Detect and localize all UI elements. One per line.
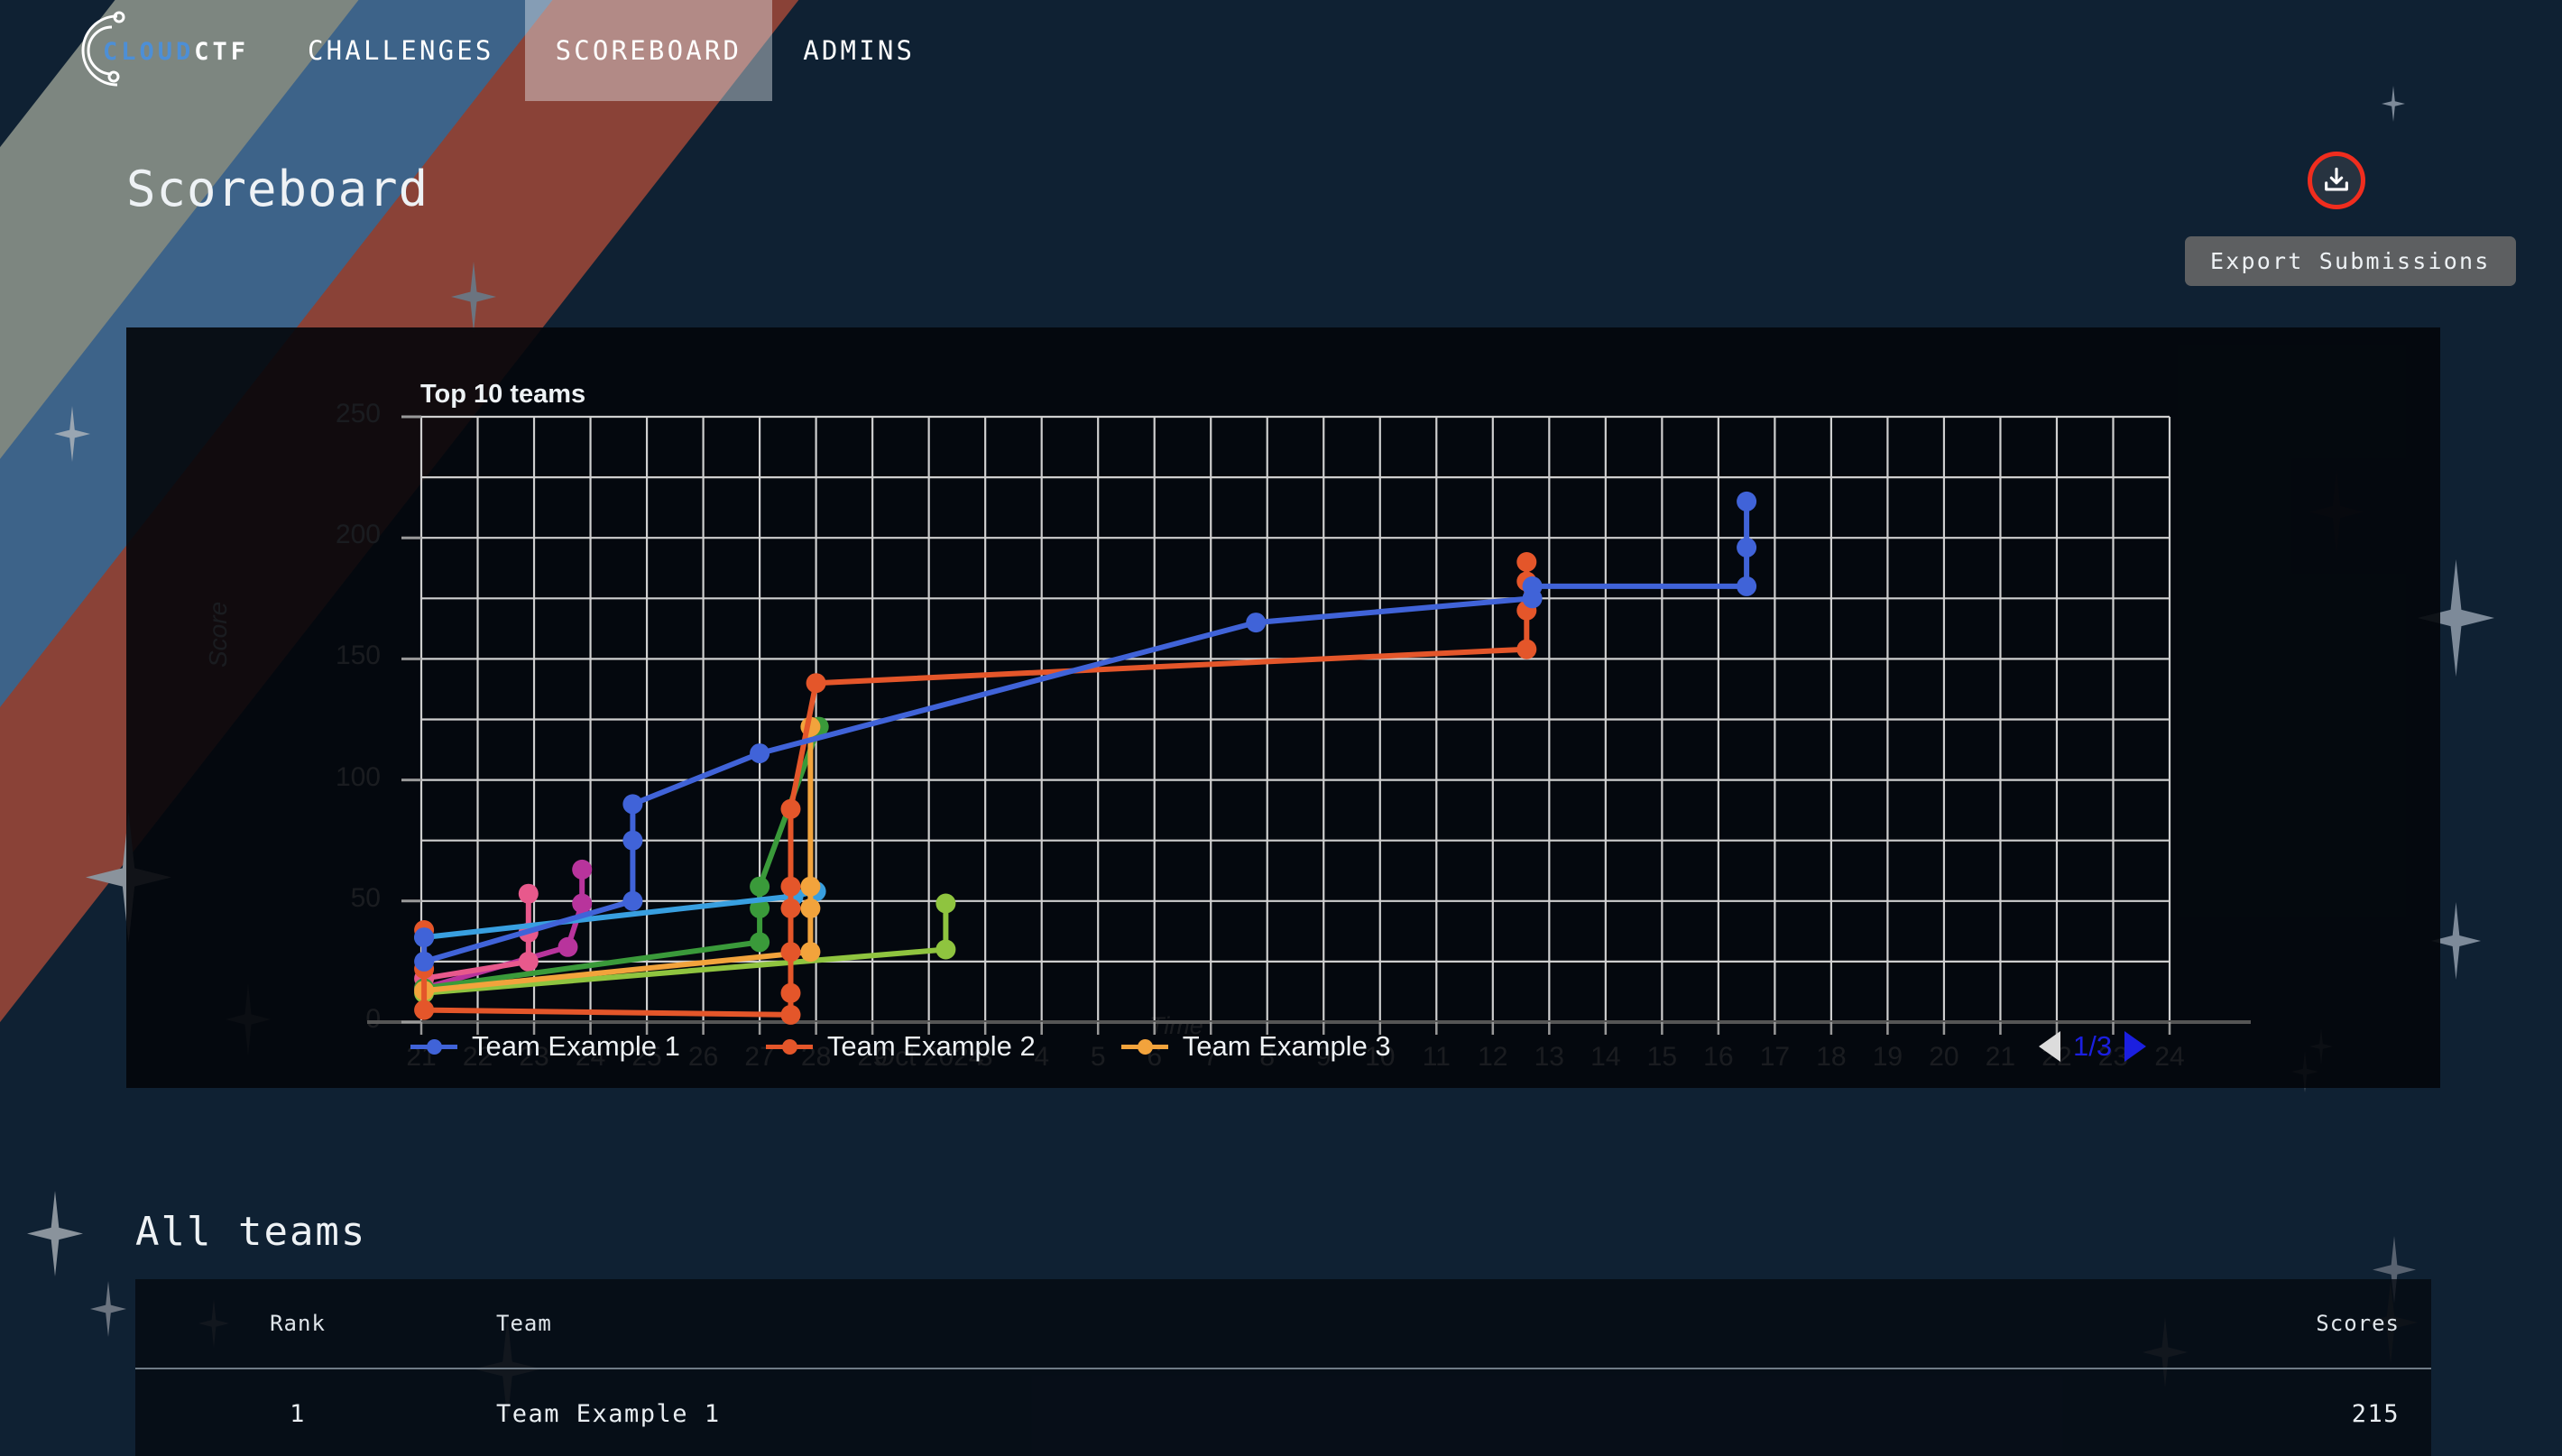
legend-item-0[interactable]: Team Example 1 (410, 1030, 680, 1063)
legend-label-0: Team Example 1 (472, 1030, 680, 1062)
legend-swatch-0 (410, 1038, 457, 1055)
cell-score: 215 (2351, 1399, 2400, 1428)
brand-logo[interactable]: CLOUDCTF (56, 7, 245, 94)
all-teams-heading: All teams (135, 1209, 367, 1255)
column-header-scores[interactable]: Scores (2075, 1311, 2431, 1336)
scoreboard-chart-card: Top 10 teams (126, 327, 2440, 1088)
legend-pagination: 1/3 (2039, 1030, 2147, 1063)
legend-item-2[interactable]: Team Example 3 (1120, 1030, 1391, 1063)
legend-swatch-2 (1120, 1038, 1168, 1055)
scoreboard-line-chart[interactable] (126, 327, 2440, 1088)
all-teams-table: Rank Team Scores 1 Team Example 1 215 (135, 1279, 2431, 1456)
nav-item-challenges[interactable]: CHALLENGES (277, 0, 525, 101)
brand-name-cloud: CLOUD (103, 38, 195, 66)
legend-label-2: Team Example 3 (1182, 1030, 1391, 1062)
page-title: Scoreboard (126, 161, 429, 217)
column-header-team[interactable]: Team (460, 1311, 2075, 1336)
export-submissions-tooltip: Export Submissions (2185, 236, 2516, 286)
export-submissions-button[interactable] (2308, 152, 2365, 209)
legend-swatch-1 (765, 1038, 813, 1055)
column-header-rank[interactable]: Rank (135, 1311, 460, 1336)
triangle-right-icon[interactable] (2124, 1031, 2147, 1062)
cell-team: Team Example 1 (496, 1399, 721, 1428)
legend-label-1: Team Example 2 (826, 1030, 1036, 1062)
brand-name-ctf: CTF (194, 38, 250, 66)
legend-item-1[interactable]: Team Example 2 (765, 1030, 1036, 1063)
top-navbar: CLOUDCTF CHALLENGES SCOREBOARD ADMINS (0, 0, 2562, 101)
nav-item-scoreboard[interactable]: SCOREBOARD (524, 0, 773, 101)
nav-items: CHALLENGES SCOREBOARD ADMINS (277, 0, 945, 101)
table-header-row: Rank Team Scores (135, 1279, 2431, 1369)
legend-page-indicator: 1/3 (2073, 1030, 2113, 1062)
download-icon (2325, 167, 2348, 191)
table-row[interactable]: 1 Team Example 1 215 (135, 1369, 2431, 1456)
nav-item-admins[interactable]: ADMINS (772, 0, 945, 101)
app-root: CLOUDCTF CHALLENGES SCOREBOARD ADMINS Sc… (0, 0, 2562, 1456)
triangle-left-icon[interactable] (2039, 1031, 2060, 1062)
chart-legend: Team Example 1 Team Example 2 Team Examp… (410, 1030, 1477, 1063)
brand-logo-text: CLOUDCTF (103, 38, 249, 66)
cell-rank: 1 (290, 1399, 306, 1428)
